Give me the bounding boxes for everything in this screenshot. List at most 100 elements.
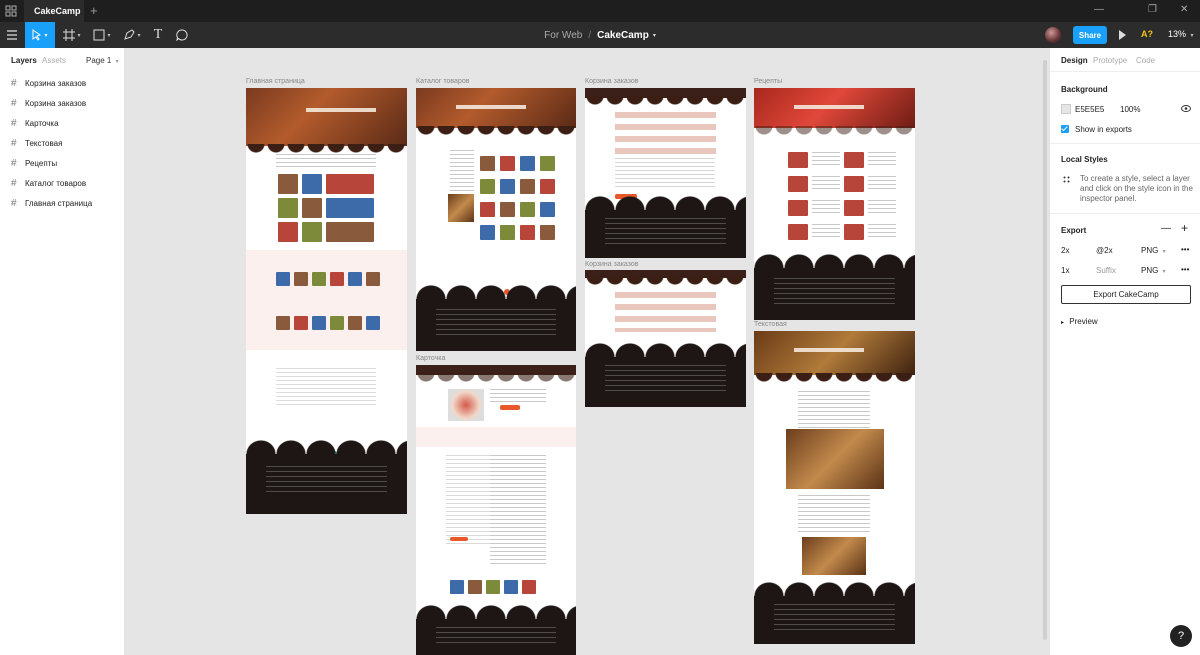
product-thumb <box>302 198 322 218</box>
product-thumb <box>366 272 380 286</box>
design-canvas[interactable]: Главная страница Каталог товаров Карточк… <box>126 48 1049 655</box>
tab-prototype[interactable]: Prototype <box>1093 56 1127 65</box>
product-thumb <box>294 272 308 286</box>
title-bar: CakeCamp + — ❐ ✕ <box>0 0 1200 22</box>
hero-image <box>246 88 407 146</box>
product-thumb <box>520 179 535 194</box>
frame-label-text[interactable]: Текстовая <box>754 321 787 328</box>
chevron-down-icon[interactable]: ▾ <box>653 32 656 39</box>
present-play-icon[interactable] <box>1119 30 1126 40</box>
project-link[interactable]: For Web <box>544 30 582 41</box>
background-opacity-input[interactable]: 100% <box>1120 105 1140 114</box>
hero-title-bar <box>794 348 864 352</box>
recipe-thumb <box>844 224 864 240</box>
tab-design[interactable]: Design <box>1061 56 1088 65</box>
recipe-thumb <box>844 200 864 216</box>
help-button[interactable]: ? <box>1170 625 1192 647</box>
export-settings-more-icon[interactable]: ••• <box>1181 245 1189 254</box>
layer-item[interactable]: # Корзина заказов <box>0 93 124 113</box>
frame-label-home[interactable]: Главная страница <box>246 78 305 85</box>
text-tool[interactable]: T <box>148 22 168 48</box>
product-thumb <box>294 316 308 330</box>
product-description <box>490 455 546 565</box>
move-tool[interactable]: ▾ <box>25 22 55 48</box>
avatar[interactable] <box>1045 27 1061 43</box>
tab-layers[interactable]: Layers <box>11 56 37 65</box>
export-format-value: PNG <box>1141 246 1159 255</box>
site-footer <box>585 343 746 407</box>
page-selector[interactable]: Page 1 ▾ <box>86 56 119 65</box>
product-thumb <box>302 174 322 194</box>
footer-links <box>266 466 387 496</box>
product-thumb <box>366 316 380 330</box>
frame-label-cart-2[interactable]: Корзина заказов <box>585 261 638 268</box>
layer-label: Рецепты <box>25 158 58 168</box>
recipe-thumb <box>844 152 864 168</box>
product-thumb <box>278 222 298 242</box>
layer-item[interactable]: # Корзина заказов <box>0 73 124 93</box>
close-button[interactable]: ✕ <box>1180 4 1188 15</box>
pen-tool[interactable]: ▾ <box>118 22 146 48</box>
layer-item[interactable]: # Текстовая <box>0 133 124 153</box>
footer-wave <box>754 582 915 596</box>
export-button[interactable]: Export CakeCamp <box>1061 285 1191 304</box>
minimize-button[interactable]: — <box>1094 4 1104 15</box>
frame-recipes[interactable] <box>754 88 915 320</box>
tab-code[interactable]: Code <box>1136 56 1155 65</box>
export-format-select[interactable]: PNG ▾ <box>1141 266 1166 275</box>
menu-grid-icon[interactable] <box>5 5 17 17</box>
product-thumb <box>326 222 374 242</box>
frame-label-cart-1[interactable]: Корзина заказов <box>585 78 638 85</box>
frame-card[interactable] <box>416 365 576 655</box>
export-suffix-input[interactable]: @2x <box>1096 246 1113 255</box>
footer-wave <box>585 196 746 210</box>
show-in-exports-checkbox[interactable] <box>1061 125 1069 133</box>
layer-item[interactable]: # Карточка <box>0 113 124 133</box>
frame-text-page[interactable] <box>754 331 915 644</box>
frame-cart-2[interactable] <box>585 270 746 407</box>
background-color-input[interactable]: E5E5E5 <box>1075 105 1104 114</box>
frame-cart-1[interactable] <box>585 88 746 258</box>
hero-image <box>754 88 915 128</box>
product-thumb <box>486 580 500 594</box>
share-button[interactable]: Share <box>1073 26 1107 44</box>
remove-export-button[interactable]: — <box>1161 223 1171 234</box>
main-menu-button[interactable] <box>0 22 24 48</box>
preview-toggle[interactable]: ▸ Preview <box>1061 317 1098 326</box>
layer-item[interactable]: # Каталог товаров <box>0 173 124 193</box>
export-format-select[interactable]: PNG ▾ <box>1141 246 1166 255</box>
frame-label-catalog[interactable]: Каталог товаров <box>416 78 469 85</box>
local-styles-heading: Local Styles <box>1061 155 1108 164</box>
eye-icon[interactable] <box>1181 105 1191 112</box>
product-thumb <box>540 179 555 194</box>
buy-button-preview <box>500 405 520 410</box>
canvas-scrollbar[interactable] <box>1043 60 1047 640</box>
background-color-swatch[interactable] <box>1061 104 1071 114</box>
frame-catalog[interactable] <box>416 88 576 351</box>
layer-item[interactable]: # Главная страница <box>0 193 124 213</box>
export-scale-select[interactable]: 2x <box>1061 246 1069 255</box>
shape-tool[interactable]: ▾ <box>88 22 116 48</box>
tab-assets[interactable]: Assets <box>42 56 66 65</box>
file-tab[interactable]: CakeCamp <box>24 0 84 22</box>
frame-home-page[interactable] <box>246 88 407 514</box>
export-settings-more-icon[interactable]: ••• <box>1181 265 1189 274</box>
export-suffix-input[interactable]: Suffix <box>1096 266 1116 275</box>
accessibility-check-button[interactable]: A? <box>1141 29 1153 39</box>
file-name[interactable]: CakeCamp <box>597 30 649 41</box>
frame-icon: # <box>11 137 17 149</box>
product-thumb <box>480 156 495 171</box>
add-export-button[interactable]: + <box>1181 221 1188 235</box>
pen-icon <box>124 29 136 40</box>
new-tab-button[interactable]: + <box>90 3 98 18</box>
comment-tool[interactable] <box>172 22 192 48</box>
restore-button[interactable]: ❐ <box>1148 4 1157 15</box>
frame-tool[interactable]: ▾ <box>58 22 86 48</box>
layer-item[interactable]: # Рецепты <box>0 153 124 173</box>
layer-label: Корзина заказов <box>25 78 87 88</box>
frame-label-card[interactable]: Карточка <box>416 355 445 362</box>
breadcrumb-separator: / <box>588 29 592 41</box>
frame-label-recipes[interactable]: Рецепты <box>754 78 782 85</box>
export-scale-select[interactable]: 1x <box>1061 266 1069 275</box>
zoom-menu[interactable]: 13% ▾ <box>1168 29 1194 39</box>
